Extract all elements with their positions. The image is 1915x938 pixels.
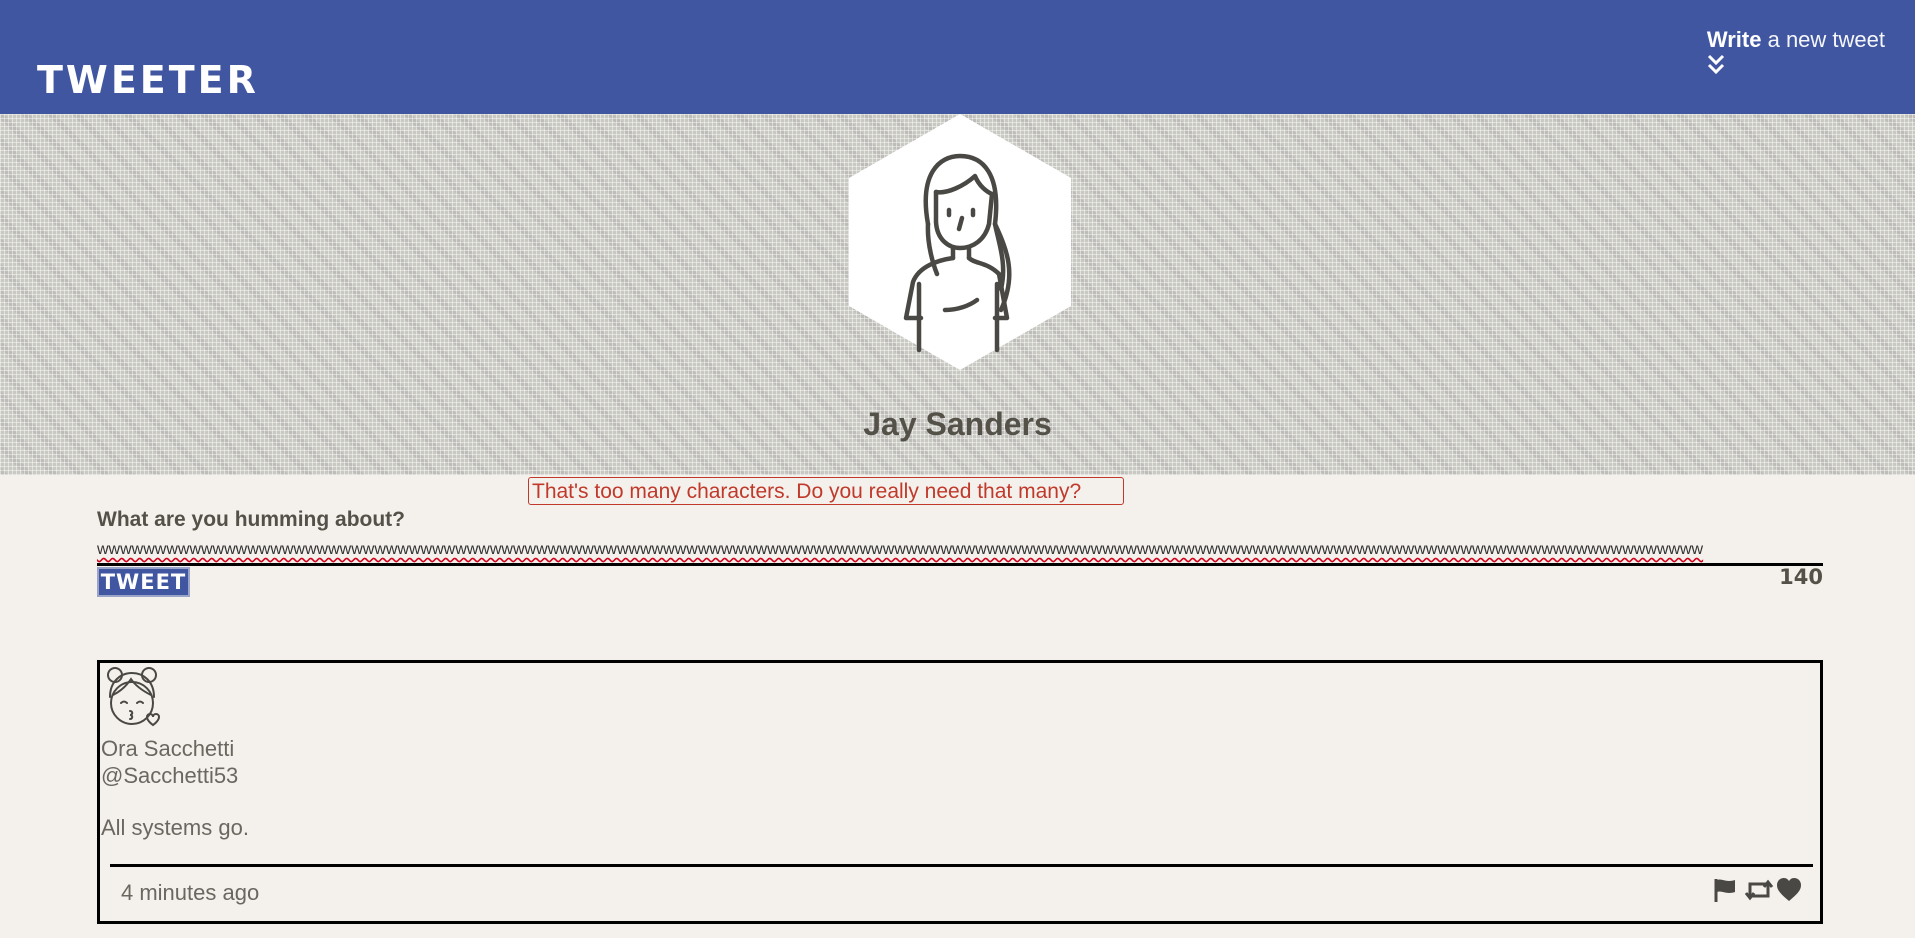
tweet-actions	[1712, 877, 1802, 903]
flag-icon[interactable]	[1712, 877, 1738, 903]
compose-bold-label: Write	[1706, 27, 1762, 52]
tweet-timestamp: 4 minutes ago	[121, 880, 260, 905]
tweet-author-name: Ora Sacchetti	[101, 736, 235, 761]
tweet-submit-button[interactable]: TWEET	[97, 567, 190, 597]
tweet-content: All systems go.	[101, 815, 249, 840]
error-message: That's too many characters. Do you reall…	[528, 477, 1124, 505]
tweet-card: Ora Sacchetti @Sacchetti53 All systems g…	[97, 660, 1823, 924]
tweet-footer-divider	[110, 864, 1813, 867]
heart-icon[interactable]	[1776, 877, 1802, 903]
retweet-icon[interactable]	[1744, 877, 1774, 903]
top-nav: TWEETER Write a new tweet	[0, 0, 1915, 114]
write-new-tweet-toggle[interactable]: Write a new tweet	[1706, 26, 1885, 75]
tweet-author-handle: @Sacchetti53	[101, 763, 239, 788]
brand-logo: TWEETER	[37, 58, 259, 102]
profile-user-name: Jay Sanders	[863, 406, 1052, 442]
girl-kiss-avatar-icon	[107, 667, 161, 727]
tweet-text-input[interactable]: wwwwwwwwwwwwwwwwwwwwwwwwwwwwwwwwwwwwwwww…	[97, 539, 1823, 566]
compose-rest-label: a new tweet	[1761, 27, 1885, 52]
character-counter: 140	[1779, 565, 1823, 589]
user-avatar-icon	[849, 114, 1071, 370]
double-chevron-down-icon[interactable]	[1707, 54, 1725, 76]
compose-prompt-label: What are you humming about?	[97, 508, 405, 531]
